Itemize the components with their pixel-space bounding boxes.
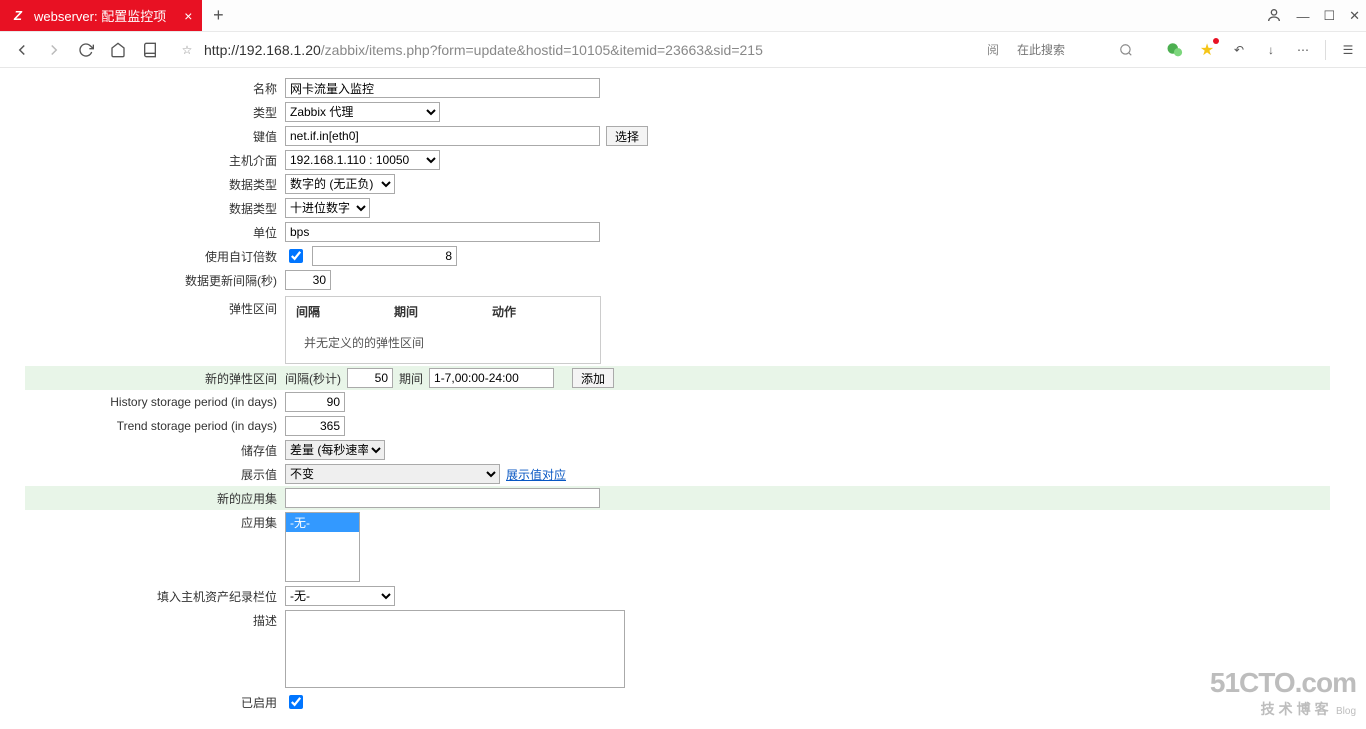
search-box[interactable] [1011, 38, 1161, 62]
label-unit: 单位 [25, 224, 285, 241]
label-new-flex-int: 间隔(秒计) [285, 370, 341, 387]
flex-col-action: 动作 [492, 303, 590, 320]
wechat-icon[interactable] [1165, 40, 1185, 60]
input-trend[interactable] [285, 416, 345, 436]
browser-tab-active[interactable]: Z webserver: 配置监控项 × [0, 0, 202, 31]
label-flex-interval: 弹性区间 [25, 296, 285, 317]
window-close-icon[interactable]: ✕ [1349, 8, 1360, 24]
hamburger-menu-icon[interactable]: ☰ [1338, 40, 1358, 60]
label-key: 键值 [25, 128, 285, 145]
search-icon [1119, 43, 1133, 57]
download-icon[interactable]: ↓ [1261, 40, 1281, 60]
label-host-interface: 主机介面 [25, 152, 285, 169]
label-update-interval: 数据更新间隔(秒) [25, 272, 285, 289]
window-minimize-icon[interactable]: — [1296, 9, 1309, 24]
search-input[interactable] [1015, 42, 1115, 58]
more-menu-icon[interactable]: ⋯ [1293, 40, 1313, 60]
label-app: 应用集 [25, 512, 285, 531]
flex-interval-empty: 并无定义的的弹性区间 [286, 326, 600, 363]
tab-favicon: Z [10, 8, 26, 24]
label-new-flex-period: 期间 [399, 370, 423, 387]
select-display[interactable]: 不变 [285, 464, 500, 484]
window-maximize-icon[interactable]: ☐ [1323, 8, 1335, 24]
label-data-type-1: 数据类型 [25, 176, 285, 193]
url-query: ?form=update&hostid=10105&itemid=23663&s… [430, 42, 763, 58]
label-name: 名称 [25, 80, 285, 97]
nav-home-button[interactable] [104, 36, 132, 64]
select-inventory[interactable]: -无- [285, 586, 395, 606]
label-type: 类型 [25, 104, 285, 121]
tab-close-icon[interactable]: × [184, 8, 192, 24]
label-new-app: 新的应用集 [25, 490, 285, 507]
input-key[interactable] [285, 126, 600, 146]
browser-tab-bar: Z webserver: 配置监控项 × + — ☐ ✕ [0, 0, 1366, 32]
label-history: History storage period (in days) [25, 395, 285, 409]
reader-mode-icon[interactable]: 阅 [979, 41, 1007, 58]
select-type[interactable]: Zabbix 代理 [285, 102, 440, 122]
url-input[interactable]: http://192.168.1.20/zabbix/items.php?for… [200, 42, 969, 58]
checkbox-multiplier[interactable] [289, 249, 303, 263]
browser-address-bar: ☆ http://192.168.1.20/zabbix/items.php?f… [0, 32, 1366, 68]
nav-forward-button[interactable] [40, 36, 68, 64]
undo-icon[interactable]: ↶ [1229, 40, 1249, 60]
input-new-app[interactable] [285, 488, 600, 508]
toolbar-right-icons: ★ ↶ ↓ ⋯ ☰ [1165, 40, 1358, 60]
bookmark-star-icon[interactable]: ☆ [174, 43, 200, 57]
url-path: /zabbix/items.php [321, 42, 430, 58]
label-store: 储存值 [25, 442, 285, 459]
new-tab-button[interactable]: + [202, 0, 234, 31]
input-unit[interactable] [285, 222, 600, 242]
checkbox-enabled[interactable] [289, 695, 303, 709]
label-enabled: 已启用 [25, 694, 285, 711]
label-desc: 描述 [25, 610, 285, 629]
input-update-interval[interactable] [285, 270, 331, 290]
nav-reload-button[interactable] [72, 36, 100, 64]
input-new-flex-int[interactable] [347, 368, 393, 388]
divider [1325, 40, 1326, 60]
label-multiplier: 使用自订倍数 [25, 248, 285, 265]
label-display: 展示值 [25, 466, 285, 483]
listbox-app[interactable]: -无- [285, 512, 360, 582]
select-data-type-1[interactable]: 数字的 (无正负) [285, 174, 395, 194]
url-base: http://192.168.1.20 [204, 42, 321, 58]
favorites-icon[interactable]: ★ [1197, 40, 1217, 60]
input-history[interactable] [285, 392, 345, 412]
user-menu-icon[interactable] [1266, 7, 1282, 26]
input-new-flex-period[interactable] [429, 368, 554, 388]
flex-col-interval: 间隔 [296, 303, 394, 320]
window-controls: — ☐ ✕ [1266, 0, 1360, 32]
label-trend: Trend storage period (in days) [25, 419, 285, 433]
url-zone: ☆ http://192.168.1.20/zabbix/items.php?f… [174, 37, 969, 63]
input-name[interactable] [285, 78, 600, 98]
tab-title: webserver: 配置监控项 [34, 6, 166, 25]
button-key-select[interactable]: 选择 [606, 126, 648, 146]
page-viewport[interactable]: 名称 类型 Zabbix 代理 键值 选择 主机介面 192.168.1.110… [0, 68, 1366, 729]
nav-library-icon[interactable] [136, 36, 164, 64]
link-display-map[interactable]: 展示值对应 [506, 466, 566, 483]
nav-back-button[interactable] [8, 36, 36, 64]
flex-interval-box: 间隔 期间 动作 并无定义的的弹性区间 [285, 296, 601, 364]
input-multiplier-value[interactable] [312, 246, 457, 266]
textarea-desc[interactable] [285, 610, 625, 688]
flex-interval-header: 间隔 期间 动作 [286, 297, 600, 326]
button-add-flex[interactable]: 添加 [572, 368, 614, 388]
label-inventory: 填入主机资产纪录栏位 [25, 588, 285, 605]
app-option-none[interactable]: -无- [286, 513, 359, 532]
item-config-form: 名称 类型 Zabbix 代理 键值 选择 主机介面 192.168.1.110… [0, 68, 1330, 729]
label-new-flex: 新的弹性区间 [25, 370, 285, 387]
flex-col-period: 期间 [394, 303, 492, 320]
select-data-type-2[interactable]: 十进位数字 [285, 198, 370, 218]
select-store[interactable]: 差量 (每秒速率) [285, 440, 385, 460]
select-host-interface[interactable]: 192.168.1.110 : 10050 [285, 150, 440, 170]
label-data-type-2: 数据类型 [25, 200, 285, 217]
